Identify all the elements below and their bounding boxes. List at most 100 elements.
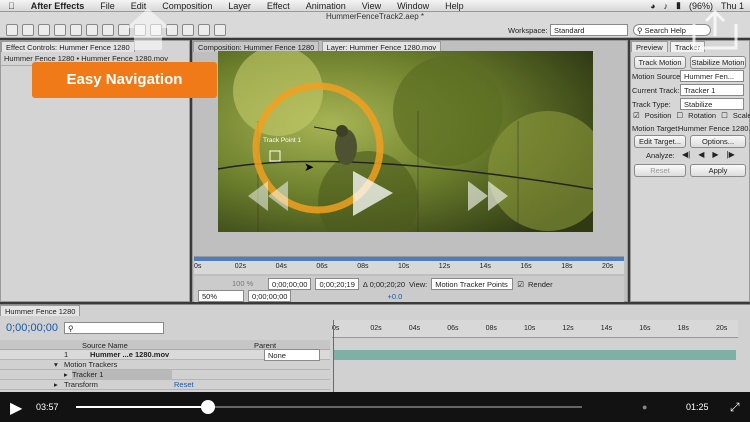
workspace-select[interactable]: Standard xyxy=(550,24,628,36)
work-area-bar[interactable] xyxy=(194,257,624,261)
position-label: Position xyxy=(644,111,672,120)
motion-source-select[interactable]: Hummer Fen... xyxy=(680,70,744,82)
ruler-tick-label: 04s xyxy=(275,263,287,270)
motion-target-label: Motion Target: xyxy=(632,124,680,133)
layer-duration-bar[interactable] xyxy=(334,350,736,360)
clock: Thu 1 xyxy=(720,0,744,11)
view-select[interactable]: Motion Tracker Points xyxy=(431,278,514,290)
tool-group xyxy=(6,24,226,36)
apple-icon[interactable]:  xyxy=(0,1,23,11)
layer-row[interactable]: 1 Hummer ...e 1280.mov None xyxy=(0,349,330,361)
effect-controls-tab[interactable]: Effect Controls: Hummer Fence 1280 xyxy=(1,41,135,52)
camera-tool-icon[interactable] xyxy=(70,24,82,36)
current-timecode[interactable]: 0;00;00;00 xyxy=(248,290,292,302)
ruler-tick-label: 02s xyxy=(234,263,247,270)
zoom-tool-icon[interactable] xyxy=(38,24,50,36)
ruler-tick-label: 0s xyxy=(194,263,202,270)
motion-source-label: Motion Source: xyxy=(632,72,683,81)
render-checkbox-icon[interactable]: ☑ xyxy=(517,280,524,289)
menu-app[interactable]: After Effects xyxy=(23,1,93,11)
battery-icon[interactable]: ▮ xyxy=(676,0,681,11)
tab-preview[interactable]: Preview xyxy=(631,41,668,52)
progress-track[interactable] xyxy=(76,406,582,408)
exposure-offset[interactable]: +0.0 xyxy=(387,292,402,301)
menu-animation[interactable]: Animation xyxy=(298,1,354,11)
home-overlay-icon[interactable] xyxy=(124,6,172,52)
edit-target-button[interactable]: Edit Target... xyxy=(634,135,686,148)
volume-icon[interactable]: ♪ xyxy=(664,1,669,11)
track-point-label: Track Point 1 xyxy=(263,137,302,144)
timeline-tab[interactable]: Hummer Fence 1280 xyxy=(0,305,81,316)
eraser-tool-icon[interactable] xyxy=(182,24,194,36)
menu-help[interactable]: Help xyxy=(437,1,472,11)
current-track-select[interactable]: Tracker 1 xyxy=(680,84,744,96)
analyze-back-frame-icon[interactable]: ◀| xyxy=(682,150,690,159)
search-help-text: Search Help xyxy=(644,26,686,35)
layer-ruler[interactable]: 0s 02s 04s 06s 08s 10s 12s 14s 16s 18s 20s xyxy=(194,256,624,274)
track-motion-button[interactable]: Track Motion xyxy=(634,56,686,69)
analyze-label: Analyze: xyxy=(646,151,675,160)
out-timecode[interactable]: 0;00;20;19 xyxy=(315,278,359,290)
magnification-select[interactable]: 50% xyxy=(198,290,244,302)
hand-tool-icon[interactable] xyxy=(22,24,34,36)
easy-navigation-badge: Easy Navigation xyxy=(32,62,217,98)
expand-icon[interactable]: ▸ xyxy=(54,380,58,390)
expand-icon[interactable]: ▾ xyxy=(54,360,58,370)
puppet-tool-icon[interactable] xyxy=(214,24,226,36)
timeline-search-input[interactable]: ⚲ xyxy=(64,322,164,334)
options-button[interactable]: Options... xyxy=(690,135,746,148)
search-icon: ⚲ xyxy=(68,324,74,333)
menu-view[interactable]: View xyxy=(354,1,389,11)
track-type-select[interactable]: Stabilize xyxy=(680,98,744,110)
apply-button[interactable]: Apply xyxy=(690,164,746,177)
timeline-timecode[interactable]: 0;00;00;00 xyxy=(6,322,58,334)
ruler-tick-label: 14s xyxy=(600,325,613,332)
roto-tool-icon[interactable] xyxy=(198,24,210,36)
mask-tool-icon[interactable] xyxy=(102,24,114,36)
ruler-tick-label: 12s xyxy=(562,325,574,332)
battery-percent: (96%) xyxy=(688,0,713,11)
stabilize-motion-button[interactable]: Stabilize Motion xyxy=(690,56,746,69)
speaker-icon[interactable]: ● xyxy=(642,402,647,412)
layer-name[interactable]: Hummer ...e 1280.mov xyxy=(90,350,169,360)
selection-tool-icon[interactable] xyxy=(6,24,18,36)
menu-window[interactable]: Window xyxy=(389,1,437,11)
current-time-indicator[interactable] xyxy=(333,320,334,392)
duration-delta: Δ 0;00;20;20 xyxy=(362,279,406,289)
menu-layer[interactable]: Layer xyxy=(220,1,259,11)
source-name-header: Source Name xyxy=(82,341,128,350)
remaining-time: 01:25 xyxy=(686,402,709,412)
render-label: Render xyxy=(528,279,553,289)
menu-file[interactable]: File xyxy=(92,1,123,11)
pan-tool-icon[interactable] xyxy=(86,24,98,36)
menu-effect[interactable]: Effect xyxy=(259,1,298,11)
reset-button[interactable]: Reset xyxy=(634,164,686,177)
play-icon[interactable]: ▶ xyxy=(10,398,22,418)
ruler-tick-label: 16s xyxy=(639,325,651,332)
layer-number: 1 xyxy=(64,350,69,359)
transform-label: Transform xyxy=(64,380,98,389)
ruler-tick-label: 12s xyxy=(438,263,451,270)
tracker-1-label: Tracker 1 xyxy=(72,370,172,380)
analyze-forward-icon[interactable]: ▶ xyxy=(712,150,718,159)
wifi-icon[interactable]: ◕ xyxy=(650,1,655,11)
analyze-backward-icon[interactable]: ◀ xyxy=(698,150,704,159)
in-timecode[interactable]: 0;00;00;00 xyxy=(268,278,312,290)
motion-trackers-row[interactable]: ▾ Motion Trackers xyxy=(0,360,330,370)
scale-checkbox-icon[interactable]: ☐ xyxy=(721,111,728,120)
analyze-forward-frame-icon[interactable]: |▶ xyxy=(727,150,735,159)
transform-reset-link[interactable]: Reset xyxy=(174,380,194,390)
timeline-ruler[interactable]: 0s 02s 04s 06s 08s 10s 12s 14s 16s 18s 20s xyxy=(332,320,738,338)
tracker-1-row[interactable]: ▸ Tracker 1 xyxy=(0,370,330,380)
fullscreen-icon[interactable]: ⤢ xyxy=(730,400,740,415)
share-overlay-icon[interactable] xyxy=(690,9,740,50)
ruler-tick-label: 06s xyxy=(447,325,459,332)
rotation-checkbox-icon[interactable]: ☐ xyxy=(676,111,683,120)
expand-icon[interactable]: ▸ xyxy=(64,370,68,380)
position-checkbox-icon[interactable]: ☑ xyxy=(633,111,640,120)
ruler-tick-label: 14s xyxy=(479,263,491,270)
rotate-tool-icon[interactable] xyxy=(54,24,66,36)
transform-row[interactable]: ▸ Transform Reset xyxy=(0,380,330,390)
progress-knob[interactable] xyxy=(200,400,215,414)
ruler-tick-label: 18s xyxy=(677,325,689,332)
